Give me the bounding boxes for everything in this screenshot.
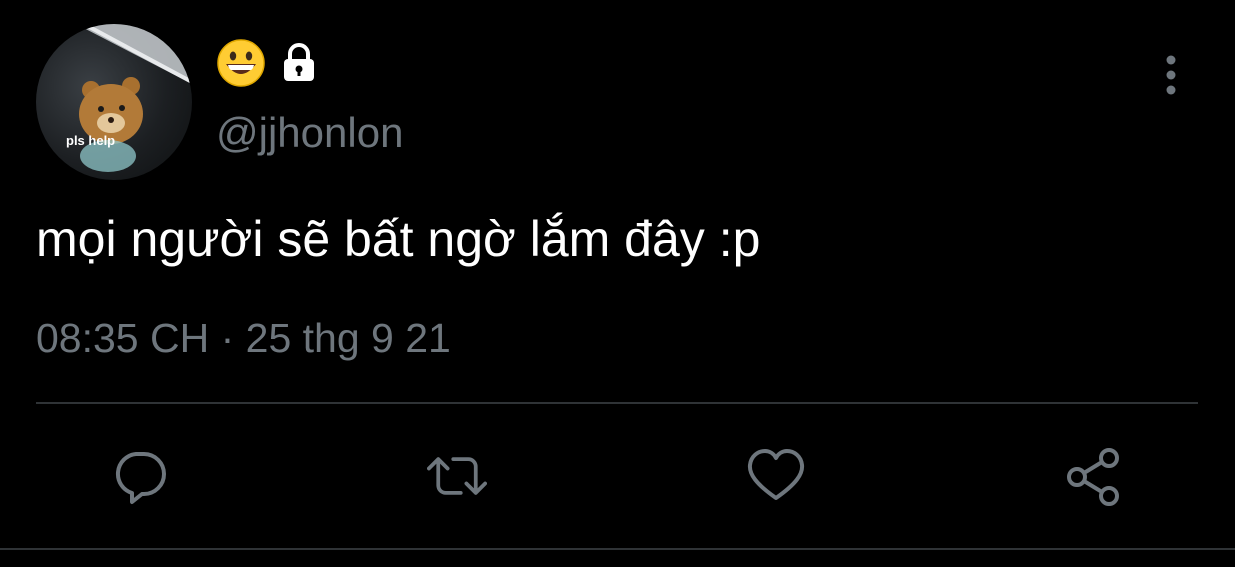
retweet-button[interactable] [427, 446, 487, 506]
share-icon [1067, 448, 1119, 506]
divider [36, 402, 1198, 404]
tweet-timestamp[interactable]: 08:35 CH · 25 thg 9 21 [36, 318, 451, 359]
like-button[interactable] [746, 446, 806, 506]
more-vertical-icon [1166, 55, 1176, 95]
user-handle[interactable]: @jjhonlon [216, 112, 403, 154]
avatar-caption: pls help [66, 133, 116, 148]
avatar[interactable]: pls help [36, 24, 192, 180]
reply-icon [115, 452, 166, 504]
heart-icon [747, 449, 805, 500]
retweet-icon [427, 457, 487, 495]
bottom-divider [0, 548, 1235, 550]
lock-icon [278, 42, 320, 89]
avatar-image [76, 24, 192, 172]
reply-button[interactable] [110, 446, 170, 506]
share-button[interactable] [1063, 446, 1123, 506]
more-options-button[interactable] [1158, 54, 1184, 96]
display-name[interactable] [216, 38, 320, 93]
tweet-text: mọi người sẽ bất ngờ lắm đây :p [36, 211, 761, 267]
grinning-face-emoji-icon [216, 38, 266, 93]
